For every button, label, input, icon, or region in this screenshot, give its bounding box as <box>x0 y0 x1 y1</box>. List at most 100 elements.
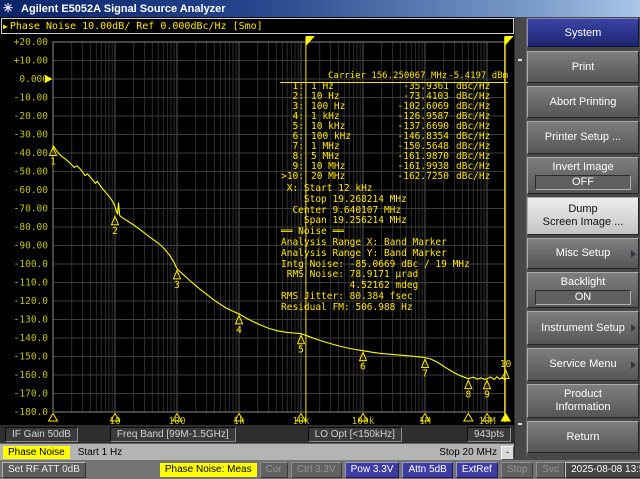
backlight-state: ON <box>535 290 632 305</box>
scroll-mark-bottom <box>518 423 522 425</box>
svg-text:+10.00: +10.00 <box>14 56 49 67</box>
svg-text:-160.0: -160.0 <box>14 370 49 381</box>
status-bar: Set RF ATT 0dB Phase Noise: MeasCorCtrl 3… <box>0 460 640 479</box>
status-item-attn-5db: Attn 5dB <box>402 462 452 478</box>
svg-text:-40.00: -40.00 <box>14 148 49 159</box>
points-field: 943pts <box>467 427 511 442</box>
svg-text:-130.0: -130.0 <box>14 315 49 326</box>
softkey-label: Dump <box>568 203 597 216</box>
softkey-label: Return <box>566 431 599 444</box>
window-title: Agilent E5052A Signal Source Analyzer <box>21 3 226 15</box>
agilent-logo-icon: ✳ <box>3 2 17 15</box>
status-item-ctrl-3-3v: Ctrl 3.3V <box>291 462 342 478</box>
misc-setup-button[interactable]: Misc Setup <box>527 238 639 269</box>
svg-text:0.000: 0.000 <box>19 74 48 85</box>
svg-text:1: 1 <box>50 156 56 167</box>
svg-text:9: 9 <box>484 390 490 401</box>
softkey-label: Information <box>555 401 610 414</box>
svg-text:-140.0: -140.0 <box>14 333 49 344</box>
trace-name-chip[interactable]: Phase Noise <box>3 446 70 459</box>
softkey-label: Invert Image <box>552 161 613 174</box>
softkey-label: Print <box>572 61 595 74</box>
submenu-arrow-icon <box>631 361 636 369</box>
svg-text:-10.00: -10.00 <box>14 93 49 104</box>
svg-text:7: 7 <box>422 369 428 380</box>
svg-text:-50.00: -50.00 <box>14 167 49 178</box>
e5052a-screen: ✳ Agilent E5052A Signal Source Analyzer … <box>0 0 640 479</box>
svg-text:3: 3 <box>174 280 180 291</box>
svg-text:10: 10 <box>500 359 512 370</box>
status-item-pow-3-3v: Pow 3.3V <box>345 462 400 478</box>
svg-text:-170.0: -170.0 <box>14 389 49 400</box>
svg-text:-90.00: -90.00 <box>14 241 49 252</box>
status-item-extref: ExtRef <box>456 462 498 478</box>
title-bar: ✳ Agilent E5052A Signal Source Analyzer <box>0 0 640 17</box>
svg-text:-30.00: -30.00 <box>14 130 49 141</box>
softkey-label: Service Menu <box>549 358 616 371</box>
marker-table-row: >10:20 MHz-162.7250dBc/Hz <box>280 172 510 182</box>
lo-opt-field: LO Opt [<150kHz] <box>308 427 402 442</box>
status-item-stop: Stop <box>501 462 534 478</box>
backlight-button[interactable]: BacklightON <box>527 272 639 308</box>
svg-text:-180.0: -180.0 <box>14 407 49 418</box>
svg-text:-100.0: -100.0 <box>14 259 49 270</box>
sweep-stop-label: Stop 20 MHz <box>439 447 497 458</box>
invert-image-button[interactable]: Invert ImageOFF <box>527 157 639 194</box>
invert-image-state: OFF <box>535 175 632 190</box>
trace-info-bar[interactable]: ▶ Phase Noise 10.00dB/ Ref 0.000dBc/Hz [… <box>1 18 514 34</box>
freq-band-field: Freq Band [99M-1.5GHz] <box>110 427 236 442</box>
sweep-range-bar: Phase Noise Start 1 Hz Stop 20 MHz - <box>0 443 516 461</box>
print-button[interactable]: Print <box>527 51 639 83</box>
printer-setup-button[interactable]: Printer Setup ... <box>527 121 639 154</box>
measurement-info-bar: IF Gain 50dB Freq Band [99M-1.5GHz] LO O… <box>0 425 516 443</box>
status-item-phase-noise-meas: Phase Noise: Meas <box>160 463 257 477</box>
svg-text:8: 8 <box>465 390 471 401</box>
service-menu-button[interactable]: Service Menu <box>527 348 639 381</box>
collapse-button[interactable]: - <box>501 446 514 460</box>
phase-noise-chart: +20.00 +10.00 0.000 -10.00 -20.00 -30.00 -40.0… <box>0 34 514 425</box>
noise-block-line: Residual FM: 506.988 Hz <box>281 303 470 314</box>
trace-info-label: Phase Noise 10.00dB/ Ref 0.000dBc/Hz [Sm… <box>10 21 263 32</box>
svg-text:-80.00: -80.00 <box>14 222 49 233</box>
dump-screen-image-button[interactable]: DumpScreen Image ... <box>527 197 639 235</box>
softkey-scroll-strip[interactable] <box>514 19 527 457</box>
svg-text:-20.00: -20.00 <box>14 111 49 122</box>
marker-table: 1:1 Hz-35.9361dBc/Hz2:10 Hz-73.4103dBc/H… <box>280 82 510 182</box>
noise-analysis-block: X: Start 12 kHz Stop 19.268214 MHz Cente… <box>281 184 470 314</box>
softkey-label: Screen Image ... <box>543 216 624 229</box>
softkey-label: Instrument Setup <box>541 322 625 335</box>
svg-text:2: 2 <box>112 226 118 237</box>
active-trace-icon: ▶ <box>3 22 8 31</box>
softkey-label: Printer Setup ... <box>545 131 621 144</box>
softkey-label: Backlight <box>561 276 606 289</box>
svg-text:-70.00: -70.00 <box>14 204 49 215</box>
svg-text:6: 6 <box>360 362 366 373</box>
svg-text:-120.0: -120.0 <box>14 296 49 307</box>
if-gain-field: IF Gain 50dB <box>5 427 78 442</box>
status-item-2025-08-08-13-58: 2025-08-08 13:58 <box>565 462 640 478</box>
svg-text:-60.00: -60.00 <box>14 185 49 196</box>
submenu-arrow-icon <box>631 250 636 258</box>
instrument-setup-button[interactable]: Instrument Setup <box>527 311 639 345</box>
svg-text:4: 4 <box>236 325 242 336</box>
noise-block-line: Stop 19.268214 MHz <box>281 195 470 206</box>
submenu-arrow-icon <box>631 324 636 332</box>
noise-block-line: Analysis Range Y: Band Marker <box>281 249 470 260</box>
softkey-label: Product <box>564 388 602 401</box>
softkey-menu-header: System <box>527 18 639 47</box>
svg-text:-110.0: -110.0 <box>14 278 49 289</box>
product-information-button[interactable]: ProductInformation <box>527 384 639 418</box>
abort-printing-button[interactable]: Abort Printing <box>527 86 639 118</box>
status-item-svc: Svc <box>536 462 565 478</box>
sweep-start-label: Start 1 Hz <box>78 447 122 458</box>
svg-text:5: 5 <box>298 345 304 356</box>
svg-text:+20.00: +20.00 <box>14 37 49 48</box>
status-item-set-rf-att-0db: Set RF ATT 0dB <box>2 462 86 478</box>
softkey-label: Abort Printing <box>550 96 617 109</box>
softkey-label: Misc Setup <box>556 247 610 260</box>
svg-text:-150.0: -150.0 <box>14 352 49 363</box>
status-item-cor: Cor <box>260 462 288 478</box>
scroll-mark-top <box>518 59 522 61</box>
softkey-panel: System Print Abort Printing Printer Setup … <box>514 17 640 460</box>
return-button[interactable]: Return <box>527 421 639 453</box>
